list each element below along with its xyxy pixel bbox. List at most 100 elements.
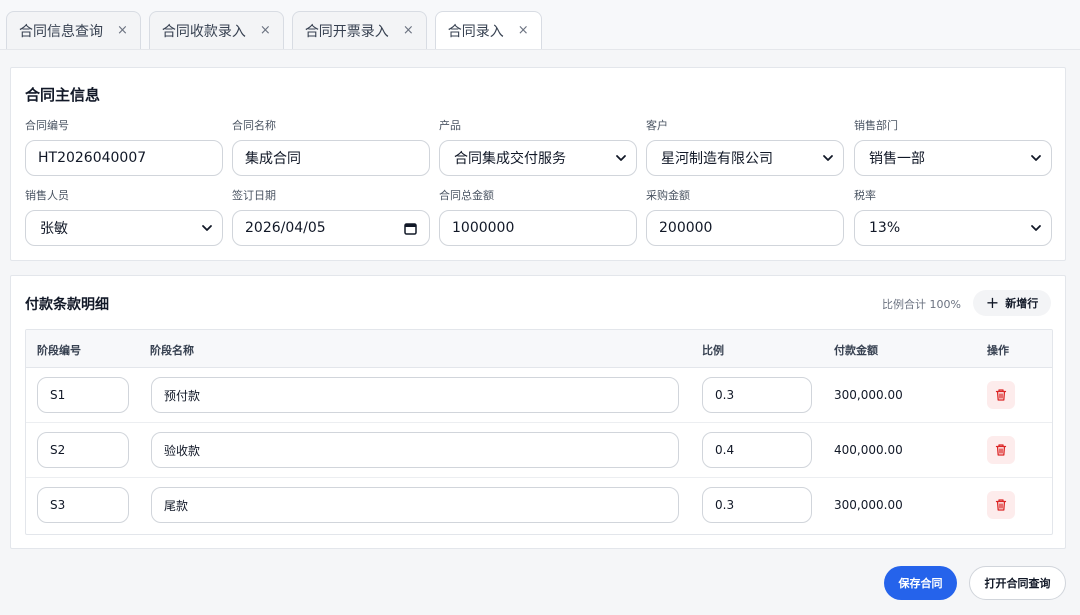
ratio-input[interactable]: 0.3 bbox=[702, 377, 812, 413]
field-label: 客户 bbox=[646, 119, 668, 132]
tab-label: 合同收款录入 bbox=[161, 23, 246, 40]
salesperson-select[interactable]: 张敏 bbox=[25, 210, 223, 246]
header-amount: 付款金额 bbox=[834, 344, 878, 357]
input-value: 0.4 bbox=[715, 443, 735, 457]
table-row: S3 尾款 0.3 300,000.00 bbox=[26, 478, 1052, 533]
sales-dept-select[interactable]: 销售一部 bbox=[854, 140, 1052, 176]
sign-date-field: 签订日期 2026/04/05 bbox=[232, 188, 430, 246]
payment-terms-table: 阶段编号 阶段名称 比例 付款金额 操作 S1 预付款 0.3 300,000.… bbox=[25, 329, 1053, 535]
close-icon[interactable]: × bbox=[117, 23, 128, 38]
input-value: 尾款 bbox=[164, 498, 189, 513]
delete-row-button[interactable] bbox=[987, 491, 1015, 519]
product-select[interactable]: 合同集成交付服务 bbox=[439, 140, 637, 176]
customer-field: 客户 星河制造有限公司 bbox=[646, 118, 844, 176]
chevron-down-icon bbox=[616, 155, 626, 161]
payment-amount: 300,000.00 bbox=[834, 498, 903, 512]
tax-rate-select[interactable]: 13% bbox=[854, 210, 1052, 246]
input-value: 2026/04/05 bbox=[245, 220, 326, 236]
input-value: 预付款 bbox=[164, 388, 201, 403]
table-row: S2 验收款 0.4 400,000.00 bbox=[26, 423, 1052, 478]
contract-name-field: 合同名称 集成合同 bbox=[232, 118, 430, 176]
customer-select[interactable]: 星河制造有限公司 bbox=[646, 140, 844, 176]
save-contract-button[interactable]: 保存合同 bbox=[884, 566, 957, 600]
section-title: 合同主信息 bbox=[25, 86, 101, 104]
open-contract-query-button[interactable]: 打开合同查询 bbox=[969, 566, 1066, 600]
input-value: HT2026040007 bbox=[38, 150, 147, 166]
delete-row-button[interactable] bbox=[987, 436, 1015, 464]
field-label: 签订日期 bbox=[232, 189, 276, 202]
payment-terms-card: 付款条款明细 比例合计 100% + 新增行 阶段编号 阶段名称 比例 付款金额… bbox=[10, 275, 1066, 549]
delete-row-button[interactable] bbox=[987, 381, 1015, 409]
field-label: 销售人员 bbox=[25, 189, 69, 202]
chevron-down-icon bbox=[823, 155, 833, 161]
add-row-button[interactable]: + 新增行 bbox=[973, 290, 1051, 316]
input-value: S1 bbox=[50, 388, 66, 402]
tax-rate-field: 税率 13% bbox=[854, 188, 1052, 246]
tab-label: 合同录入 bbox=[447, 23, 504, 40]
salesperson-field: 销售人员 张敏 bbox=[25, 188, 223, 246]
stage-no-input[interactable]: S3 bbox=[37, 487, 129, 523]
tab-label: 合同开票录入 bbox=[304, 23, 389, 40]
sign-date-input[interactable]: 2026/04/05 bbox=[232, 210, 430, 246]
header-stage-no: 阶段编号 bbox=[37, 344, 81, 357]
plus-icon: + bbox=[985, 293, 1000, 312]
tab-contract-entry[interactable]: 合同录入 × bbox=[434, 11, 542, 49]
input-value: 0.3 bbox=[715, 498, 735, 512]
select-value: 13% bbox=[869, 220, 901, 236]
field-label: 采购金额 bbox=[646, 189, 690, 202]
contract-no-field: 合同编号 HT2026040007 bbox=[25, 118, 223, 176]
stage-name-input[interactable]: 预付款 bbox=[151, 377, 679, 413]
field-label: 合同名称 bbox=[232, 119, 276, 132]
input-value: S2 bbox=[50, 443, 66, 457]
field-label: 合同总金额 bbox=[439, 189, 494, 202]
trash-icon bbox=[995, 499, 1007, 511]
trash-icon bbox=[995, 389, 1007, 401]
select-value: 星河制造有限公司 bbox=[661, 151, 773, 167]
field-label: 合同编号 bbox=[25, 119, 69, 132]
calendar-icon[interactable] bbox=[404, 222, 417, 235]
ratio-input[interactable]: 0.4 bbox=[702, 432, 812, 468]
contract-main-info-card: 合同主信息 合同编号 HT2026040007 合同名称 集成合同 产品 合同集… bbox=[10, 67, 1066, 261]
table-row: S1 预付款 0.3 300,000.00 bbox=[26, 368, 1052, 423]
select-value: 合同集成交付服务 bbox=[454, 151, 566, 167]
ratio-sum-text: 比例合计 100% bbox=[882, 298, 961, 311]
input-value: 1000000 bbox=[452, 220, 515, 236]
trash-icon bbox=[995, 444, 1007, 456]
tab-receipt-entry[interactable]: 合同收款录入 × bbox=[148, 11, 284, 49]
sales-dept-field: 销售部门 销售一部 bbox=[854, 118, 1052, 176]
header-stage-name: 阶段名称 bbox=[150, 344, 194, 357]
purchase-amount-input[interactable]: 200000 bbox=[646, 210, 844, 246]
section-title: 付款条款明细 bbox=[25, 297, 109, 313]
chevron-down-icon bbox=[1031, 225, 1041, 231]
add-row-label: 新增行 bbox=[1005, 297, 1039, 310]
header-ratio: 比例 bbox=[702, 344, 724, 357]
field-label: 销售部门 bbox=[854, 119, 898, 132]
ratio-input[interactable]: 0.3 bbox=[702, 487, 812, 523]
total-amount-input[interactable]: 1000000 bbox=[439, 210, 637, 246]
tab-bar: 合同信息查询 × 合同收款录入 × 合同开票录入 × 合同录入 × bbox=[0, 0, 1080, 50]
close-icon[interactable]: × bbox=[260, 23, 271, 38]
stage-name-input[interactable]: 尾款 bbox=[151, 487, 679, 523]
purchase-amount-field: 采购金额 200000 bbox=[646, 188, 844, 246]
select-value: 销售一部 bbox=[869, 151, 925, 167]
stage-no-input[interactable]: S2 bbox=[37, 432, 129, 468]
chevron-down-icon bbox=[1031, 155, 1041, 161]
tab-invoice-entry[interactable]: 合同开票录入 × bbox=[291, 11, 427, 49]
tab-contract-query[interactable]: 合同信息查询 × bbox=[6, 11, 141, 49]
contract-no-input[interactable]: HT2026040007 bbox=[25, 140, 223, 176]
close-icon[interactable]: × bbox=[403, 23, 414, 38]
total-amount-field: 合同总金额 1000000 bbox=[439, 188, 637, 246]
close-icon[interactable]: × bbox=[518, 23, 529, 38]
stage-name-input[interactable]: 验收款 bbox=[151, 432, 679, 468]
product-field: 产品 合同集成交付服务 bbox=[439, 118, 637, 176]
payment-amount: 400,000.00 bbox=[834, 443, 903, 457]
input-value: 200000 bbox=[659, 220, 713, 236]
contract-name-input[interactable]: 集成合同 bbox=[232, 140, 430, 176]
stage-no-input[interactable]: S1 bbox=[37, 377, 129, 413]
input-value: 0.3 bbox=[715, 388, 735, 402]
select-value: 张敏 bbox=[40, 221, 68, 237]
tab-label: 合同信息查询 bbox=[19, 23, 103, 40]
input-value: 集成合同 bbox=[245, 151, 301, 167]
input-value: 验收款 bbox=[164, 443, 201, 458]
table-header: 阶段编号 阶段名称 比例 付款金额 操作 bbox=[26, 330, 1052, 368]
